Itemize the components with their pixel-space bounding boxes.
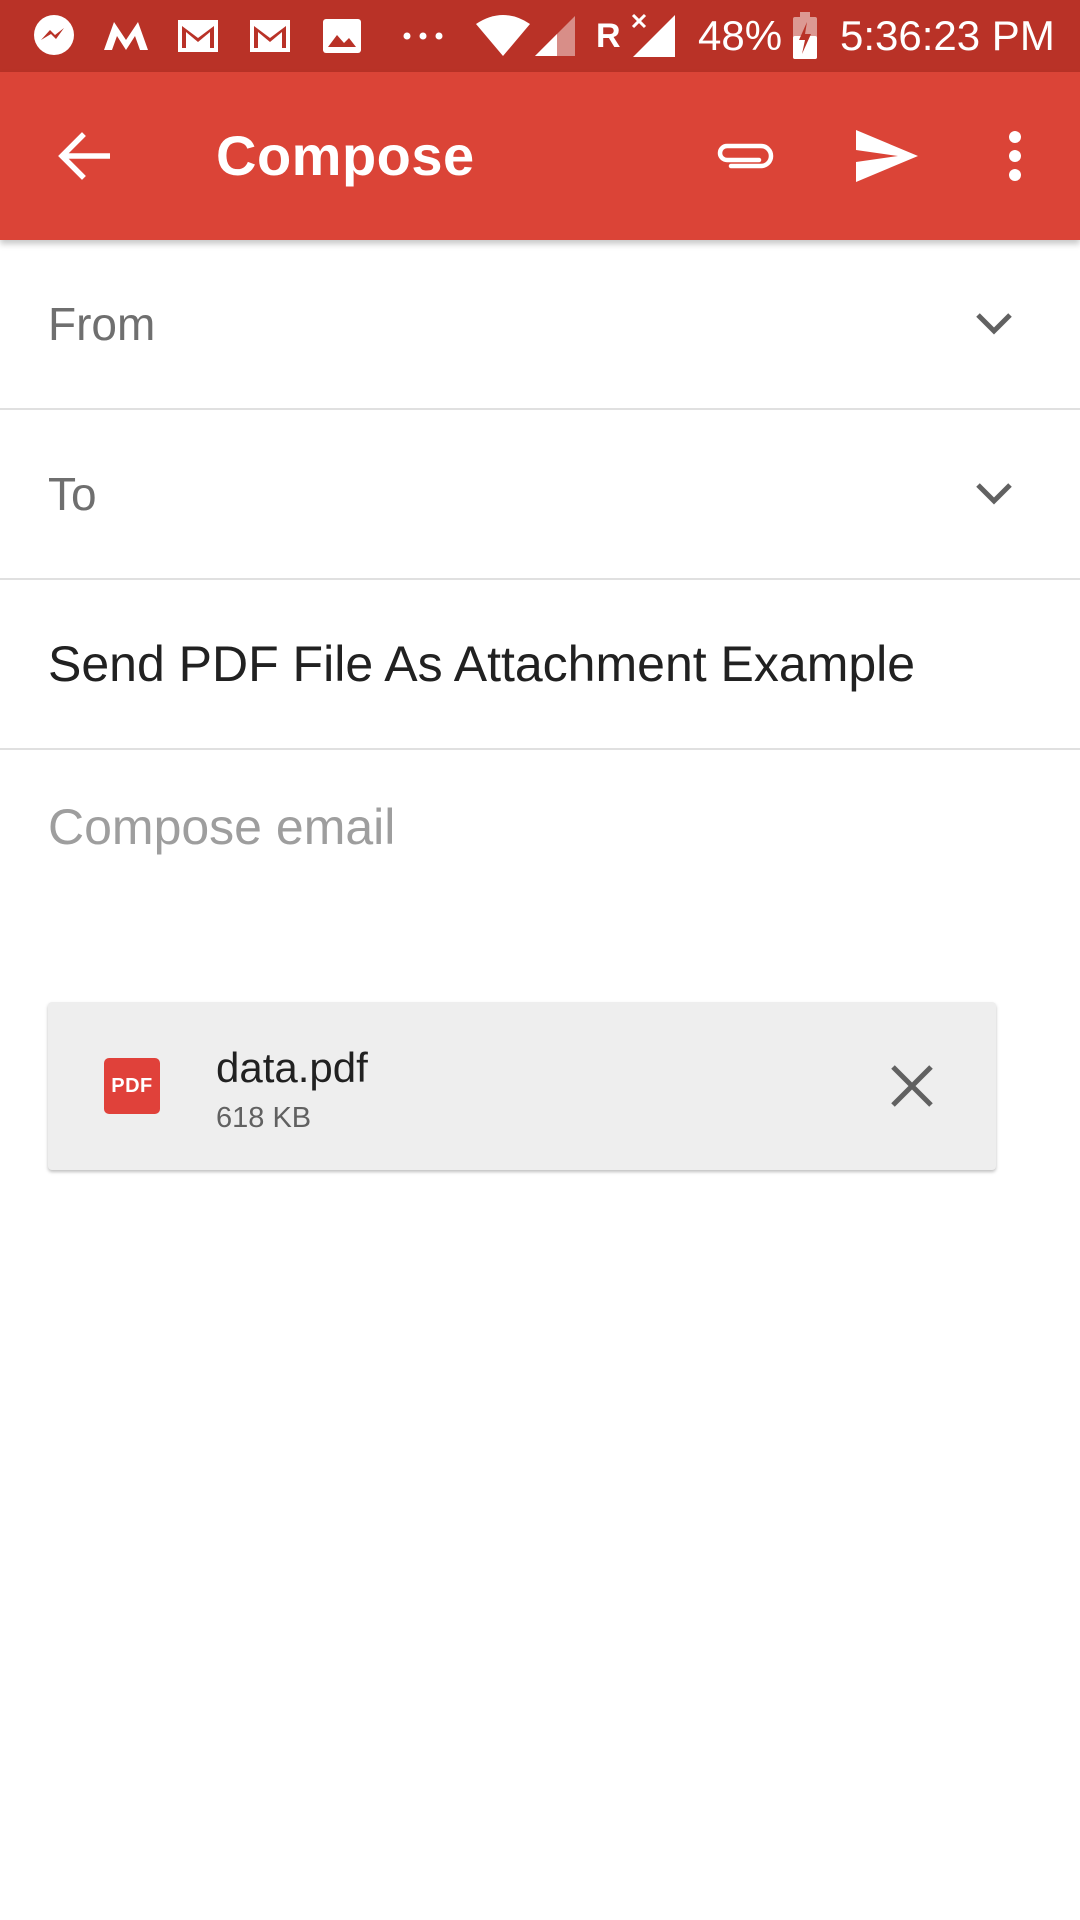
send-icon — [856, 130, 918, 182]
gallery-icon — [318, 12, 366, 60]
clock: 5:36:23 PM — [840, 12, 1055, 59]
m-logo-icon — [98, 12, 154, 60]
gmail-icon — [246, 12, 294, 60]
signal-no-data-icon — [628, 12, 680, 60]
from-label: From — [48, 298, 156, 350]
back-button[interactable] — [40, 116, 128, 196]
compose-body-placeholder: Compose email — [48, 799, 396, 855]
to-dropdown-button[interactable] — [968, 468, 1020, 520]
attachment-chip[interactable]: PDF data.pdf 618 KB — [48, 1002, 996, 1170]
from-dropdown-button[interactable] — [968, 298, 1020, 350]
roaming-indicator: R — [596, 17, 621, 55]
more-options-button[interactable] — [990, 116, 1040, 196]
from-field[interactable]: From — [0, 240, 1080, 410]
to-field[interactable]: To — [0, 410, 1080, 580]
battery-charging-icon — [788, 12, 822, 60]
arrow-back-icon — [58, 132, 110, 180]
chevron-down-icon — [976, 313, 1012, 335]
to-label: To — [48, 468, 97, 520]
pdf-file-icon: PDF — [104, 1058, 160, 1114]
more-vert-icon — [1009, 131, 1021, 181]
page-title: Compose — [216, 124, 475, 187]
send-button[interactable] — [842, 116, 932, 196]
attachment-file-name: data.pdf — [216, 1044, 368, 1091]
app-bar: Compose — [0, 72, 1080, 240]
subject-text: Send PDF File As Attachment Example — [48, 636, 916, 692]
subject-field[interactable]: Send PDF File As Attachment Example — [0, 580, 1080, 750]
paperclip-icon — [717, 143, 774, 169]
signal-icon — [532, 12, 578, 60]
battery-percent: 48% — [698, 12, 783, 59]
remove-attachment-button[interactable] — [878, 1052, 946, 1120]
attachment-file-size: 618 KB — [216, 1102, 312, 1134]
gmail-icon — [174, 12, 222, 60]
chevron-down-icon — [976, 483, 1012, 505]
compose-body[interactable]: Compose email — [0, 750, 1080, 980]
status-bar: R 48% 5:36:23 PM — [0, 0, 1080, 72]
close-icon — [891, 1065, 933, 1107]
more-dots-icon — [398, 12, 448, 60]
wifi-icon — [472, 12, 534, 60]
messenger-icon — [28, 12, 80, 60]
attach-button[interactable] — [700, 116, 790, 196]
